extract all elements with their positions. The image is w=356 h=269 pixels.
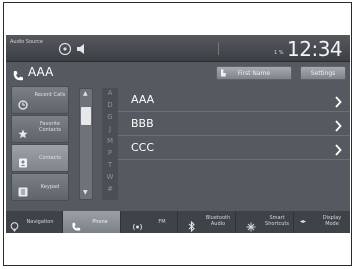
nav-item-fm[interactable]: FM bbox=[121, 211, 178, 233]
nav-item-phone[interactable]: Phone bbox=[63, 211, 121, 233]
volume-icon[interactable] bbox=[76, 41, 88, 60]
phone-icon bbox=[12, 67, 24, 86]
status-bar: Audio Source 1 % 12:34 bbox=[6, 35, 350, 62]
alphabet-index[interactable]: A D G J M P T W # bbox=[102, 88, 118, 200]
alphabet-letter[interactable]: D bbox=[102, 101, 118, 109]
settings-button[interactable]: Settings bbox=[300, 66, 346, 80]
scroll-up-icon[interactable]: ▲ bbox=[83, 90, 88, 97]
menu-item-contacts[interactable]: Contacts bbox=[11, 144, 69, 172]
menu-item-label: Keypad bbox=[40, 184, 60, 190]
navigation-icon bbox=[10, 217, 19, 233]
contact-name: AAA bbox=[131, 93, 155, 106]
scroll-down-icon[interactable]: ▼ bbox=[83, 189, 88, 196]
contacts-icon bbox=[18, 153, 28, 172]
chevron-right-icon bbox=[334, 141, 342, 160]
menu-item-label: Recent Calls bbox=[34, 92, 66, 98]
sort-icon: ▙ bbox=[221, 70, 226, 77]
signal-indicator: 1 % bbox=[274, 50, 284, 56]
star-icon bbox=[18, 124, 28, 143]
list-item[interactable]: AAA bbox=[118, 88, 350, 112]
contact-name: CCC bbox=[131, 141, 155, 154]
nav-item-label: Phone bbox=[92, 219, 108, 225]
chevron-right-icon bbox=[334, 93, 342, 112]
menu-item-label: Favorite Contacts bbox=[38, 121, 62, 133]
alphabet-letter[interactable]: # bbox=[102, 185, 118, 193]
clock: 12:34 bbox=[287, 37, 343, 61]
contact-name: BBB bbox=[131, 117, 154, 130]
infotainment-screen: Audio Source 1 % 12:34 AAA ▙ First Name … bbox=[6, 35, 350, 233]
nav-item-label: FM bbox=[158, 219, 166, 225]
clock-icon bbox=[18, 95, 28, 114]
display-mode-icon: ◂▸ bbox=[300, 218, 307, 225]
audio-source-button[interactable]: Audio Source bbox=[10, 39, 50, 45]
menu-item-recent-calls[interactable]: Recent Calls bbox=[11, 86, 69, 114]
menu-item-keypad[interactable]: Keypad bbox=[11, 173, 69, 201]
page-title: AAA bbox=[28, 65, 54, 79]
nav-item-display-mode[interactable]: ◂▸ Display Mode bbox=[294, 211, 350, 233]
nav-item-label: Display Mode bbox=[322, 215, 342, 227]
list-item[interactable]: BBB bbox=[118, 112, 350, 136]
first-name-label: First Name bbox=[237, 70, 271, 77]
shortcuts-icon bbox=[246, 217, 256, 233]
contacts-list: AAA BBB CCC bbox=[118, 88, 350, 200]
keypad-icon bbox=[18, 182, 28, 201]
alphabet-letter[interactable]: W bbox=[102, 173, 118, 181]
menu-item-label: Contacts bbox=[38, 155, 62, 161]
radio-icon bbox=[133, 217, 142, 233]
menu-item-favorite-contacts[interactable]: Favorite Contacts bbox=[11, 115, 69, 143]
alphabet-letter[interactable]: P bbox=[102, 149, 118, 157]
phone-icon bbox=[71, 217, 81, 233]
scroll-thumb[interactable] bbox=[81, 107, 91, 125]
phone-header: AAA ▙ First Name Settings bbox=[6, 62, 350, 84]
nav-item-smart-shortcuts[interactable]: Smart Shortcuts bbox=[236, 211, 294, 233]
chevron-right-icon bbox=[334, 117, 342, 136]
bottom-nav: Navigation Phone FM Bluetooth Audio Smar… bbox=[6, 211, 350, 233]
nav-item-label: Navigation bbox=[26, 219, 54, 225]
contacts-scrollbar[interactable]: ▲ ▼ bbox=[79, 88, 93, 200]
alphabet-letter[interactable]: A bbox=[102, 89, 118, 97]
alphabet-letter[interactable]: J bbox=[102, 125, 118, 133]
list-item[interactable]: CCC bbox=[118, 136, 350, 160]
nav-item-label: Smart Shortcuts bbox=[265, 215, 289, 227]
alphabet-letter[interactable]: G bbox=[102, 113, 118, 121]
alphabet-letter[interactable]: T bbox=[102, 161, 118, 169]
first-name-button[interactable]: ▙ First Name bbox=[216, 66, 292, 80]
nav-item-navigation[interactable]: Navigation bbox=[6, 211, 63, 233]
nav-item-label: Bluetooth Audio bbox=[205, 215, 231, 227]
status-divider bbox=[218, 42, 219, 55]
bluetooth-icon bbox=[188, 217, 196, 233]
nav-item-bluetooth-audio[interactable]: Bluetooth Audio bbox=[178, 211, 236, 233]
home-icon[interactable] bbox=[58, 41, 72, 60]
alphabet-letter[interactable]: M bbox=[102, 137, 118, 145]
